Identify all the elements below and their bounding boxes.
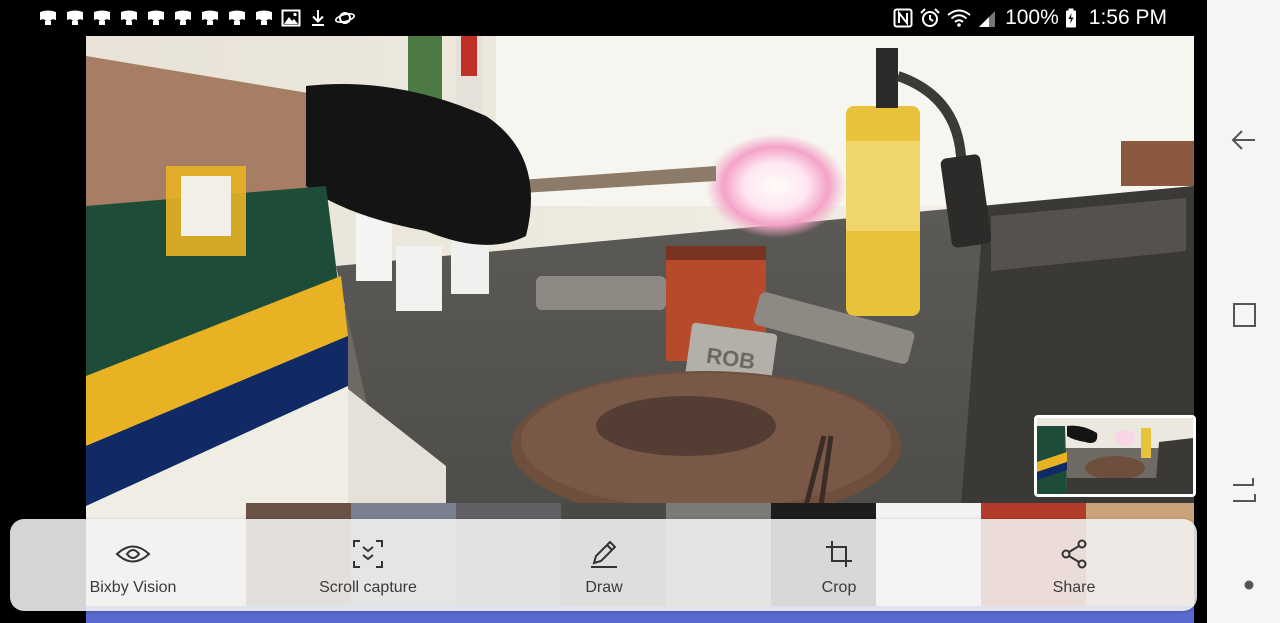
recents-icon (1233, 303, 1256, 327)
battery-icon (1065, 8, 1076, 28)
battery-percent: 100% (1005, 6, 1059, 29)
draw-button[interactable]: Draw (524, 519, 684, 611)
share-label: Share (1052, 579, 1096, 596)
crop-label: Crop (821, 579, 857, 596)
saturn-icon (335, 12, 355, 24)
app-notification-icon (121, 10, 137, 25)
back-button[interactable] (1229, 125, 1259, 155)
eye-icon (115, 545, 151, 563)
screen: 100% 1:56 PM ROB Bixby Vision Scroll cap… (0, 0, 1280, 623)
crop-button[interactable]: Crop (759, 519, 919, 611)
app-notification-icon (40, 10, 56, 25)
scroll-capture-button[interactable]: Scroll capture (288, 519, 448, 611)
pip-thumbnail[interactable] (1034, 415, 1196, 497)
app-notification-icon (256, 10, 272, 25)
alarm-icon (920, 8, 940, 27)
scroll-capture-icon (353, 540, 383, 568)
clock: 1:56 PM (1088, 6, 1167, 29)
recents-button[interactable] (1229, 300, 1259, 330)
screenshot-toolbar: Bixby Vision Scroll capture Draw Crop Sh (10, 519, 1197, 611)
app-notification-icon (202, 10, 218, 25)
app-notification-icon (175, 10, 191, 25)
signal-icon (979, 11, 996, 27)
home-icon (1233, 478, 1256, 502)
share-icon (1061, 539, 1087, 569)
bixby-vision-button[interactable]: Bixby Vision (53, 519, 213, 611)
notification-icons (38, 9, 355, 27)
download-icon (312, 10, 324, 26)
home-button[interactable] (1229, 475, 1259, 505)
app-notification-icon (148, 10, 164, 25)
crop-icon (826, 541, 852, 567)
nfc-icon (893, 8, 913, 28)
back-icon (1231, 130, 1255, 150)
image-icon (281, 9, 301, 27)
status-bar: 100% 1:56 PM (0, 0, 1207, 36)
nav-dot-button[interactable] (1229, 570, 1259, 600)
app-notification-icon (94, 10, 110, 25)
pencil-icon (591, 540, 617, 568)
navigation-bar (1207, 0, 1280, 623)
pip-thumbnail-image (1037, 418, 1193, 494)
status-indicators: 100% 1:56 PM (893, 6, 1167, 30)
nav-dot-icon (1244, 580, 1254, 590)
wifi-icon (947, 9, 971, 27)
draw-label: Draw (585, 579, 623, 596)
scroll-capture-label: Scroll capture (319, 579, 417, 596)
app-notification-icon (229, 10, 245, 25)
app-notification-icon (67, 10, 83, 25)
bixby-vision-label: Bixby Vision (89, 579, 177, 596)
share-button[interactable]: Share (994, 519, 1154, 611)
